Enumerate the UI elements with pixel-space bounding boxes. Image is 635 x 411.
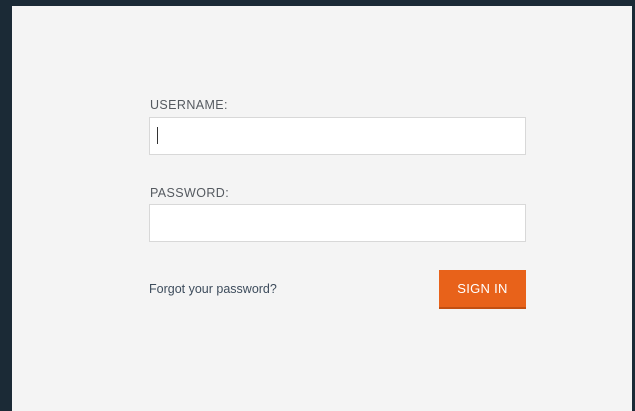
password-input[interactable] — [149, 204, 526, 242]
sign-in-button[interactable]: SIGN IN — [439, 270, 526, 309]
forgot-password-link[interactable]: Forgot your password? — [149, 282, 277, 296]
username-field-wrapper — [149, 117, 526, 155]
username-input[interactable] — [149, 117, 526, 155]
username-label: USERNAME: — [150, 98, 228, 112]
password-label: PASSWORD: — [150, 186, 230, 200]
login-panel: USERNAME: PASSWORD: Forgot your password… — [0, 0, 635, 411]
text-cursor — [157, 127, 158, 144]
